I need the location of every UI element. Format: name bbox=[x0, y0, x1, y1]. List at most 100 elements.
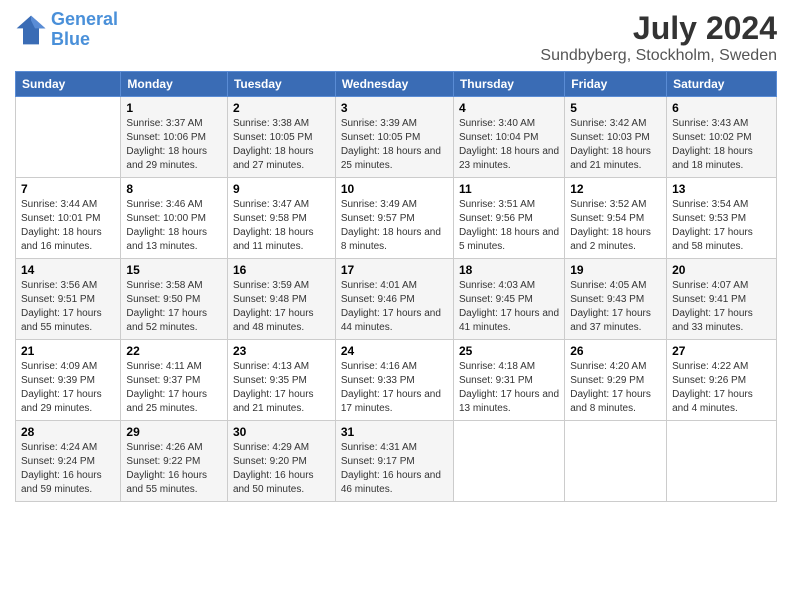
day-info: Sunrise: 4:11 AMSunset: 9:37 PMDaylight:… bbox=[126, 360, 222, 416]
logo: General Blue bbox=[15, 10, 118, 50]
day-number: 25 bbox=[459, 344, 559, 358]
day-cell: 25 Sunrise: 4:18 AMSunset: 9:31 PMDayligh… bbox=[453, 340, 564, 421]
day-cell bbox=[453, 421, 564, 502]
weekday-header-tuesday: Tuesday bbox=[227, 72, 335, 97]
week-row-5: 28Sunrise: 4:24 AMSunset: 9:24 PMDayligh… bbox=[16, 421, 777, 502]
day-number: 8 bbox=[126, 182, 222, 196]
day-number: 21 bbox=[21, 344, 115, 358]
day-cell: 7 Sunrise: 3:44 AMSunset: 10:01 PMDayligh… bbox=[16, 178, 121, 259]
weekday-header-sunday: Sunday bbox=[16, 72, 121, 97]
day-number: 31 bbox=[341, 425, 448, 439]
day-info: Sunrise: 3:39 AMSunset: 10:05 PMDaylight… bbox=[341, 117, 448, 173]
day-number: 1 bbox=[126, 101, 222, 115]
day-number: 19 bbox=[570, 263, 661, 277]
day-info: Sunrise: 3:59 AMSunset: 9:48 PMDaylight:… bbox=[233, 279, 330, 335]
day-number: 10 bbox=[341, 182, 448, 196]
day-number: 17 bbox=[341, 263, 448, 277]
day-number: 14 bbox=[21, 263, 115, 277]
day-number: 28 bbox=[21, 425, 115, 439]
day-info: Sunrise: 4:05 AMSunset: 9:43 PMDaylight:… bbox=[570, 279, 661, 335]
day-info: Sunrise: 4:07 AMSunset: 9:41 PMDaylight:… bbox=[672, 279, 771, 335]
day-info: Sunrise: 3:40 AMSunset: 10:04 PMDaylight… bbox=[459, 117, 559, 173]
day-cell: 2Sunrise: 3:38 AMSunset: 10:05 PMDayligh… bbox=[227, 97, 335, 178]
day-info: Sunrise: 4:29 AMSunset: 9:20 PMDaylight:… bbox=[233, 441, 330, 497]
weekday-header-row: SundayMondayTuesdayWednesdayThursdayFrid… bbox=[16, 72, 777, 97]
main-title: July 2024 bbox=[540, 10, 777, 47]
day-cell: 27 Sunrise: 4:22 AMSunset: 9:26 PMDayligh… bbox=[667, 340, 777, 421]
day-info: Sunrise: 4:01 AMSunset: 9:46 PMDaylight:… bbox=[341, 279, 448, 335]
logo-icon bbox=[15, 14, 47, 46]
logo-line2: Blue bbox=[51, 29, 90, 49]
week-row-1: 1Sunrise: 3:37 AMSunset: 10:06 PMDayligh… bbox=[16, 97, 777, 178]
day-number: 20 bbox=[672, 263, 771, 277]
day-number: 6 bbox=[672, 101, 771, 115]
day-info: Sunrise: 4:03 AMSunset: 9:45 PMDaylight:… bbox=[459, 279, 559, 335]
day-number: 7 bbox=[21, 182, 115, 196]
day-number: 16 bbox=[233, 263, 330, 277]
week-row-3: 14 Sunrise: 3:56 AMSunset: 9:51 PMDayligh… bbox=[16, 259, 777, 340]
weekday-header-thursday: Thursday bbox=[453, 72, 564, 97]
day-info: Sunrise: 4:22 AMSunset: 9:26 PMDaylight:… bbox=[672, 360, 771, 416]
day-info: Sunrise: 3:52 AMSunset: 9:54 PMDaylight:… bbox=[570, 198, 661, 254]
day-number: 18 bbox=[459, 263, 559, 277]
subtitle: Sundbyberg, Stockholm, Sweden bbox=[540, 47, 777, 65]
day-number: 4 bbox=[459, 101, 559, 115]
day-number: 27 bbox=[672, 344, 771, 358]
day-cell: 29Sunrise: 4:26 AMSunset: 9:22 PMDayligh… bbox=[121, 421, 228, 502]
day-cell: 22 Sunrise: 4:11 AMSunset: 9:37 PMDayligh… bbox=[121, 340, 228, 421]
day-cell: 19 Sunrise: 4:05 AMSunset: 9:43 PMDayligh… bbox=[565, 259, 667, 340]
logo-text: General Blue bbox=[51, 10, 118, 50]
day-cell: 8 Sunrise: 3:46 AMSunset: 10:00 PMDayligh… bbox=[121, 178, 228, 259]
day-info: Sunrise: 3:47 AMSunset: 9:58 PMDaylight:… bbox=[233, 198, 330, 254]
day-cell: 12 Sunrise: 3:52 AMSunset: 9:54 PMDayligh… bbox=[565, 178, 667, 259]
day-info: Sunrise: 3:49 AMSunset: 9:57 PMDaylight:… bbox=[341, 198, 448, 254]
day-cell: 28Sunrise: 4:24 AMSunset: 9:24 PMDayligh… bbox=[16, 421, 121, 502]
header: General Blue July 2024 Sundbyberg, Stock… bbox=[15, 10, 777, 65]
page: General Blue July 2024 Sundbyberg, Stock… bbox=[0, 0, 792, 512]
day-cell bbox=[667, 421, 777, 502]
title-area: July 2024 Sundbyberg, Stockholm, Sweden bbox=[540, 10, 777, 65]
day-number: 5 bbox=[570, 101, 661, 115]
day-cell: 24 Sunrise: 4:16 AMSunset: 9:33 PMDayligh… bbox=[335, 340, 453, 421]
day-info: Sunrise: 3:56 AMSunset: 9:51 PMDaylight:… bbox=[21, 279, 115, 335]
day-cell: 18 Sunrise: 4:03 AMSunset: 9:45 PMDayligh… bbox=[453, 259, 564, 340]
day-info: Sunrise: 3:54 AMSunset: 9:53 PMDaylight:… bbox=[672, 198, 771, 254]
day-info: Sunrise: 4:09 AMSunset: 9:39 PMDaylight:… bbox=[21, 360, 115, 416]
day-cell: 30Sunrise: 4:29 AMSunset: 9:20 PMDayligh… bbox=[227, 421, 335, 502]
day-info: Sunrise: 3:42 AMSunset: 10:03 PMDaylight… bbox=[570, 117, 661, 173]
day-cell bbox=[16, 97, 121, 178]
day-cell: 3Sunrise: 3:39 AMSunset: 10:05 PMDayligh… bbox=[335, 97, 453, 178]
weekday-header-friday: Friday bbox=[565, 72, 667, 97]
day-info: Sunrise: 4:20 AMSunset: 9:29 PMDaylight:… bbox=[570, 360, 661, 416]
logo-line1: General bbox=[51, 9, 118, 29]
day-number: 22 bbox=[126, 344, 222, 358]
day-number: 2 bbox=[233, 101, 330, 115]
day-cell: 9Sunrise: 3:47 AMSunset: 9:58 PMDaylight… bbox=[227, 178, 335, 259]
day-cell: 16 Sunrise: 3:59 AMSunset: 9:48 PMDayligh… bbox=[227, 259, 335, 340]
day-info: Sunrise: 4:16 AMSunset: 9:33 PMDaylight:… bbox=[341, 360, 448, 416]
day-cell: 6Sunrise: 3:43 AMSunset: 10:02 PMDayligh… bbox=[667, 97, 777, 178]
day-number: 12 bbox=[570, 182, 661, 196]
day-info: Sunrise: 4:26 AMSunset: 9:22 PMDaylight:… bbox=[126, 441, 222, 497]
day-number: 24 bbox=[341, 344, 448, 358]
calendar-table: SundayMondayTuesdayWednesdayThursdayFrid… bbox=[15, 71, 777, 502]
week-row-2: 7 Sunrise: 3:44 AMSunset: 10:01 PMDayligh… bbox=[16, 178, 777, 259]
day-info: Sunrise: 4:18 AMSunset: 9:31 PMDaylight:… bbox=[459, 360, 559, 416]
weekday-header-saturday: Saturday bbox=[667, 72, 777, 97]
day-info: Sunrise: 3:44 AMSunset: 10:01 PMDaylight… bbox=[21, 198, 115, 254]
day-info: Sunrise: 3:46 AMSunset: 10:00 PMDaylight… bbox=[126, 198, 222, 254]
day-number: 11 bbox=[459, 182, 559, 196]
weekday-header-monday: Monday bbox=[121, 72, 228, 97]
day-cell: 23Sunrise: 4:13 AMSunset: 9:35 PMDayligh… bbox=[227, 340, 335, 421]
day-cell: 17 Sunrise: 4:01 AMSunset: 9:46 PMDayligh… bbox=[335, 259, 453, 340]
day-number: 15 bbox=[126, 263, 222, 277]
day-cell bbox=[565, 421, 667, 502]
day-cell: 31 Sunrise: 4:31 AMSunset: 9:17 PMDayligh… bbox=[335, 421, 453, 502]
day-cell: 15 Sunrise: 3:58 AMSunset: 9:50 PMDayligh… bbox=[121, 259, 228, 340]
day-number: 26 bbox=[570, 344, 661, 358]
day-info: Sunrise: 3:51 AMSunset: 9:56 PMDaylight:… bbox=[459, 198, 559, 254]
day-info: Sunrise: 3:58 AMSunset: 9:50 PMDaylight:… bbox=[126, 279, 222, 335]
day-info: Sunrise: 4:13 AMSunset: 9:35 PMDaylight:… bbox=[233, 360, 330, 416]
day-info: Sunrise: 4:31 AMSunset: 9:17 PMDaylight:… bbox=[341, 441, 448, 497]
day-cell: 21 Sunrise: 4:09 AMSunset: 9:39 PMDayligh… bbox=[16, 340, 121, 421]
